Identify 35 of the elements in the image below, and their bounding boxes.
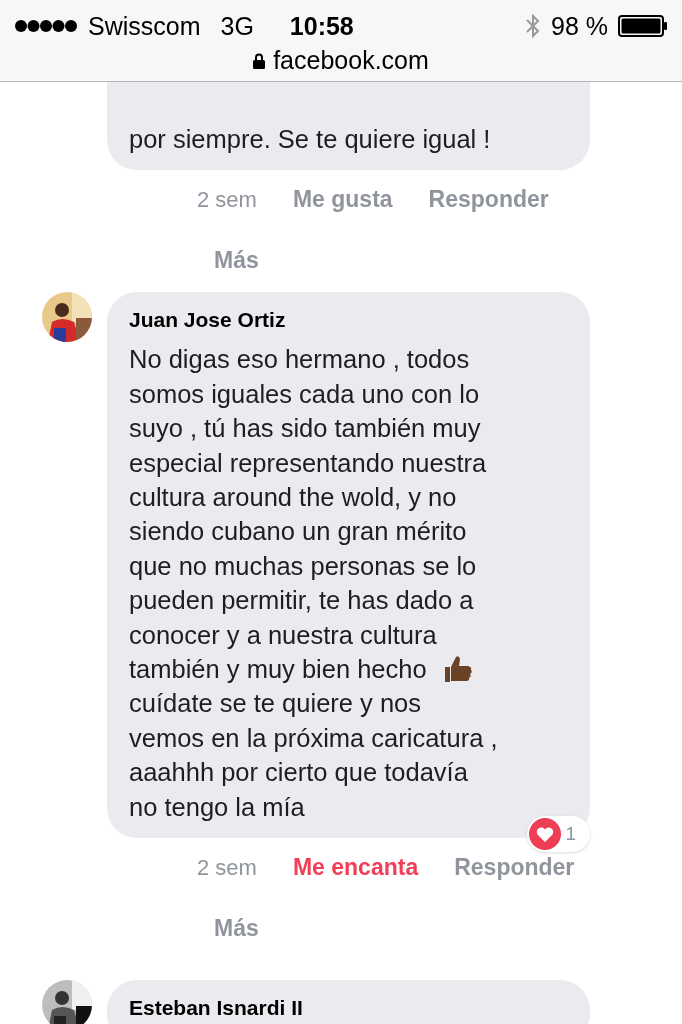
more-button[interactable]: Más (214, 247, 259, 275)
bluetooth-icon (525, 13, 541, 39)
comment-text: suyo , tú has sido también muy (129, 413, 481, 445)
url-text[interactable]: facebook.com (273, 46, 429, 75)
clock: 10:58 (289, 11, 354, 41)
battery-icon (618, 15, 668, 37)
comment-text: pueden permitir, te has dado a (129, 585, 474, 617)
network-type: 3G (220, 11, 254, 41)
comment-text: no tengo la mía (129, 791, 305, 823)
comment-text: conocer y a nuestra cultura (129, 619, 437, 651)
reply-button[interactable]: Responder (454, 854, 575, 882)
comment-author[interactable]: Esteban Isnardi II (129, 992, 570, 1024)
comment-text: cultura around the wold, y no (129, 482, 457, 514)
comment-text: especial representando nuestra (129, 447, 487, 479)
comment-text: vemos en la próxima caricatura , (129, 722, 498, 754)
comment-text: somos iguales cada uno con lo (129, 378, 480, 410)
comment-text: No digas eso hermano , todos (129, 344, 470, 376)
comment-text: también y muy bien hecho (129, 654, 427, 686)
carrier: Swisscom (88, 11, 201, 41)
reply-button[interactable]: Responder (428, 186, 549, 214)
comment-time: 2 sem (197, 186, 257, 213)
more-button[interactable]: Más (214, 915, 259, 943)
lock-icon (253, 52, 266, 69)
comment-author[interactable]: Juan Jose Ortiz (129, 304, 570, 343)
like-button[interactable]: Me gusta (292, 186, 393, 214)
comment-time: 2 sem (197, 854, 257, 881)
comment-text: aaahhh por cierto que todavía (129, 757, 468, 789)
comment-text: por siempre. Se te quiere igual ! (129, 124, 491, 155)
reaction-badge[interactable]: 1 (527, 816, 590, 853)
battery-percent: 98 % (551, 11, 608, 41)
comment-text: cuídate se te quiere y nos (129, 688, 422, 720)
signal-icon (14, 19, 78, 33)
comment-text: que no muchas personas se lo (129, 550, 477, 582)
like-button[interactable]: Me encanta (292, 854, 419, 882)
comment-text: siendo cubano un gran mérito (129, 516, 467, 548)
